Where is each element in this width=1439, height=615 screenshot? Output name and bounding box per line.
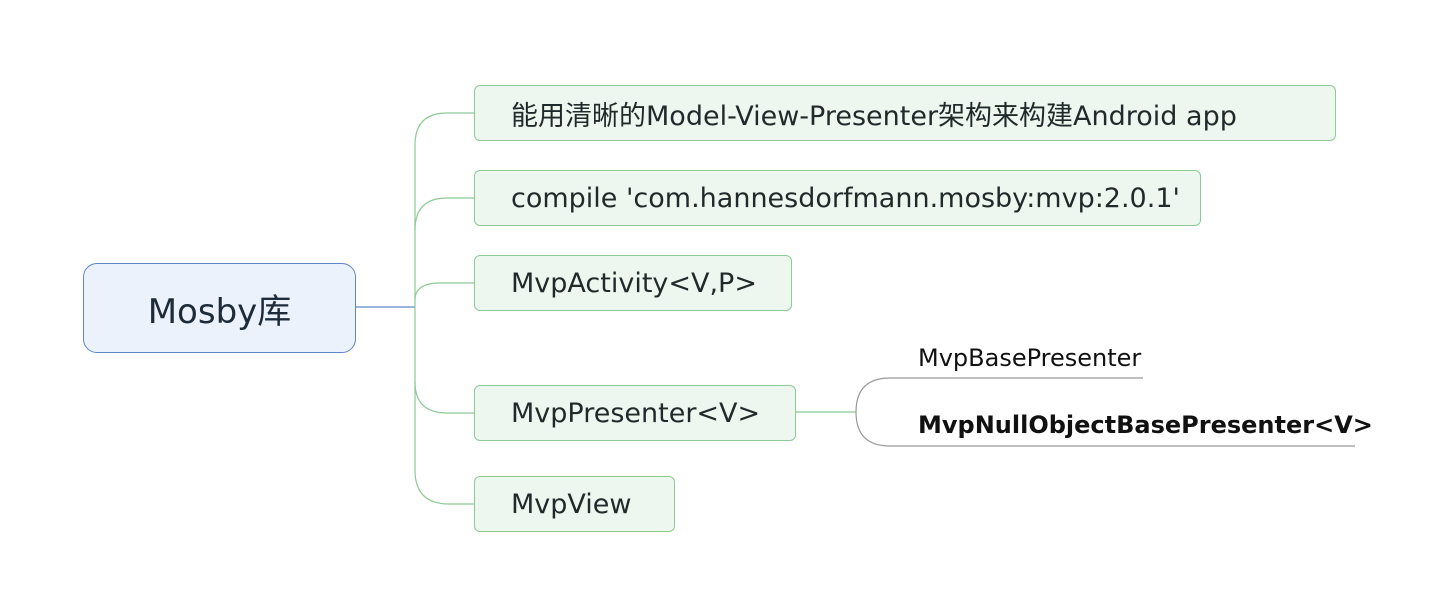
connector-branch-4 xyxy=(414,381,474,414)
connector-branch-2 xyxy=(414,197,474,231)
connector-branch-5 xyxy=(414,469,474,505)
subtopic-mvp-null-object-base-presenter[interactable]: MvpNullObjectBasePresenter<V> xyxy=(918,411,1373,439)
topic-label: MvpView xyxy=(511,488,632,520)
mind-map-canvas: Mosby库 能用清晰的Model-View-Presenter架构来构建And… xyxy=(0,0,1439,615)
subtopic-mvp-base-presenter[interactable]: MvpBasePresenter xyxy=(918,344,1141,372)
connector-branch-3 xyxy=(414,282,474,301)
topic-label: compile 'com.hannesdorfmann.mosby:mvp:2.… xyxy=(511,182,1180,214)
topic-label: MvpActivity<V,P> xyxy=(511,267,757,299)
topic-compile-dependency[interactable]: compile 'com.hannesdorfmann.mosby:mvp:2.… xyxy=(474,170,1201,226)
connector-branch-1 xyxy=(414,112,474,146)
topic-mvp-view[interactable]: MvpView xyxy=(474,476,675,532)
root-topic-mosby[interactable]: Mosby库 xyxy=(83,263,356,353)
root-topic-label: Mosby库 xyxy=(147,291,292,332)
connector-sub-1 xyxy=(855,377,1143,413)
topic-label: 能用清晰的Model-View-Presenter架构来构建Android ap… xyxy=(511,100,1237,132)
topic-mvp-architecture[interactable]: 能用清晰的Model-View-Presenter架构来构建Android ap… xyxy=(474,85,1336,141)
topic-mvp-activity[interactable]: MvpActivity<V,P> xyxy=(474,255,792,311)
topic-label: MvpPresenter<V> xyxy=(511,397,761,429)
topic-mvp-presenter[interactable]: MvpPresenter<V> xyxy=(474,385,796,441)
